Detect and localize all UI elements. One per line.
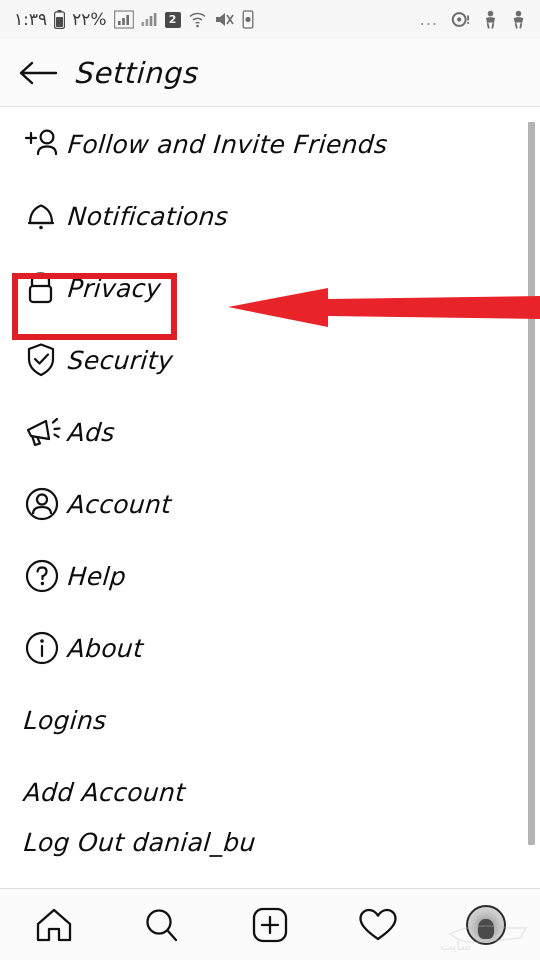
settings-row-follow-and-invite-friends[interactable]: Follow and Invite Friends: [0, 108, 540, 180]
info-circle-icon: [24, 629, 68, 667]
settings-row-label: Add Account: [22, 777, 187, 807]
settings-row-privacy[interactable]: Privacy: [0, 252, 540, 324]
person-a-icon: [486, 10, 495, 29]
app-header: Settings: [0, 39, 540, 107]
vibrate-icon: [242, 10, 253, 29]
settings-row-label: About: [66, 633, 145, 663]
settings-row-notifications[interactable]: Notifications: [0, 180, 540, 252]
status-bar: ۱:۳۹ ۲۲% 2 ...: [0, 0, 540, 39]
status-clock: ۱:۳۹: [14, 9, 48, 30]
settings-row-help[interactable]: Help: [0, 540, 540, 612]
wifi-icon: [189, 12, 206, 28]
settings-row-label: Account: [66, 489, 173, 519]
alarm-icon: [451, 12, 469, 27]
settings-row-ads[interactable]: Ads: [0, 396, 540, 468]
settings-row-label: Privacy: [66, 273, 163, 303]
settings-row-account[interactable]: Account: [0, 468, 540, 540]
nav-search-button[interactable]: [108, 889, 216, 960]
search-icon: [146, 908, 178, 941]
back-button[interactable]: [0, 60, 76, 86]
home-icon: [36, 908, 72, 941]
heart-icon: [359, 908, 397, 940]
settings-row-security[interactable]: Security: [0, 324, 540, 396]
account-circle-icon: [24, 485, 68, 523]
nav-profile-button[interactable]: [432, 889, 540, 960]
signal-bars-icon: [113, 10, 134, 29]
vertical-scrollbar[interactable]: [528, 122, 535, 845]
settings-row-label: Ads: [66, 417, 117, 447]
lock-icon: [24, 269, 68, 307]
battery-icon: [54, 10, 66, 29]
settings-row-logins[interactable]: Logins: [0, 684, 540, 756]
profile-avatar: [466, 904, 506, 945]
settings-row-log-out[interactable]: Log Out danial_bu: [0, 828, 540, 874]
settings-row-label: Log Out danial_bu: [22, 828, 258, 857]
status-bar-left: ۱:۳۹ ۲۲% 2: [14, 10, 254, 30]
shield-check-icon: [24, 341, 68, 379]
megaphone-icon: [24, 414, 68, 450]
settings-row-label: Follow and Invite Friends: [66, 129, 389, 159]
nav-activity-button[interactable]: [324, 889, 432, 960]
mute-icon: [215, 13, 234, 26]
person-b-icon: [513, 10, 524, 29]
add-post-icon: [252, 907, 288, 942]
settings-row-add-account[interactable]: Add Account: [0, 756, 540, 828]
settings-row-label: Logins: [22, 705, 108, 735]
back-arrow-icon: [19, 61, 58, 84]
app-screen: ۱:۳۹ ۲۲% 2 ... Settings Follow and Invit…: [0, 0, 540, 960]
bell-icon: [24, 198, 68, 234]
nav-home-button[interactable]: [0, 889, 108, 960]
settings-list[interactable]: Follow and Invite Friends Notifications: [0, 108, 540, 888]
settings-row-label: Security: [66, 345, 175, 375]
settings-row-label: Notifications: [66, 201, 230, 231]
nav-add-post-button[interactable]: [216, 889, 324, 960]
page-title: Settings: [74, 55, 201, 90]
sim-badge-icon: 2: [164, 11, 181, 28]
signal-bars-secondary-icon: [141, 13, 156, 26]
battery-percent: ۲۲%: [72, 9, 107, 30]
settings-row-about[interactable]: About: [0, 612, 540, 684]
add-person-icon: [24, 127, 68, 161]
settings-row-label: Help: [66, 561, 128, 591]
question-circle-icon: [24, 557, 68, 595]
ellipsis-icon: ...: [419, 9, 438, 29]
bottom-navigation-bar: سایت: [0, 888, 540, 960]
status-bar-right: ...: [420, 10, 526, 29]
